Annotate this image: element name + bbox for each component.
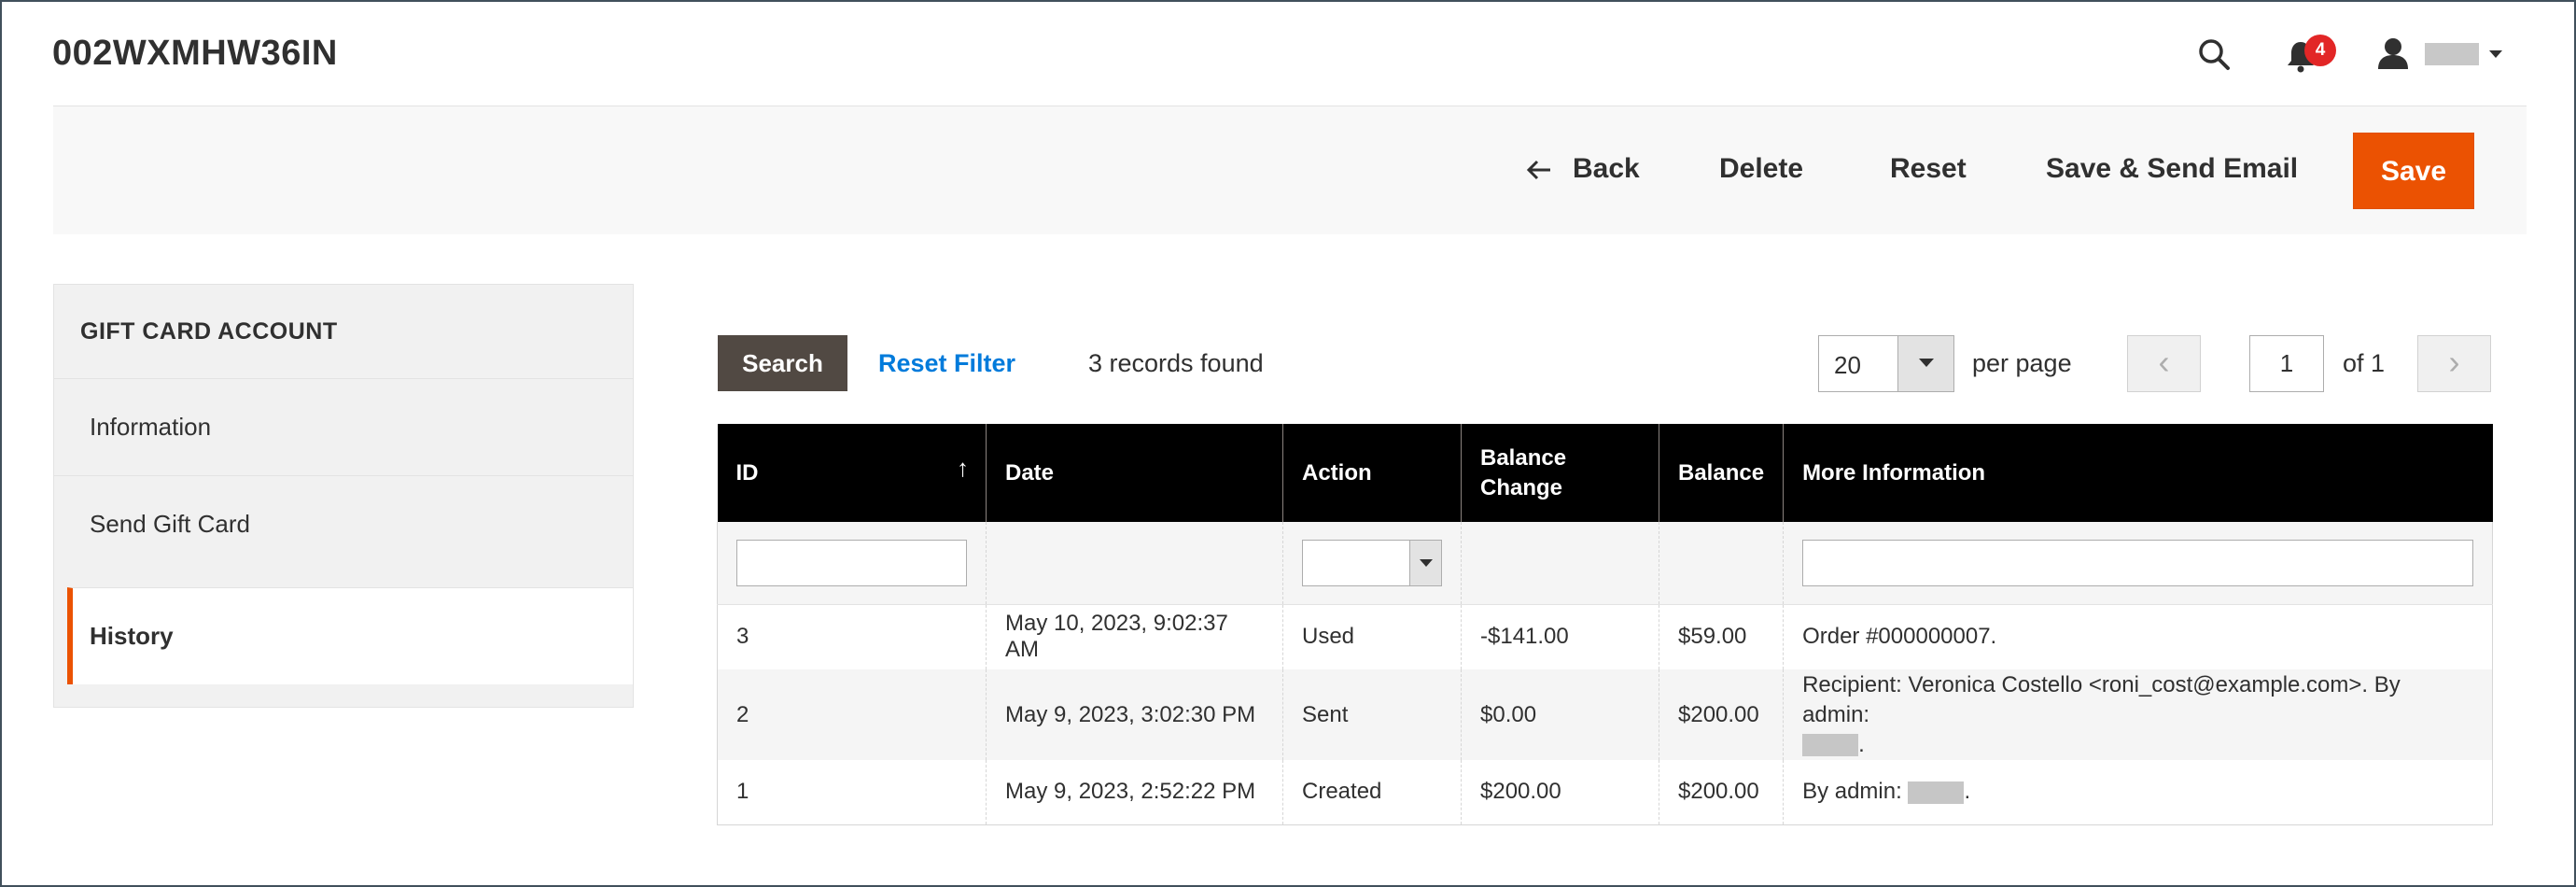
cell-balance-change: $0.00 [1461, 669, 1659, 760]
table-row[interactable]: 2 May 9, 2023, 3:02:30 PM Sent $0.00 $20… [717, 669, 2493, 760]
cell-more-information: Order #000000007. [1783, 604, 2493, 669]
cell-action: Sent [1282, 669, 1462, 760]
sidebar-title: GIFT CARD ACCOUNT [80, 318, 338, 345]
save-button[interactable]: Save [2353, 133, 2474, 209]
sidebar-item-label: Send Gift Card [90, 510, 250, 538]
per-page-value: 20 [1834, 351, 1861, 379]
search-button[interactable]: Search [718, 335, 847, 391]
history-grid: ID ↑ Date Action Balance Change Balance M… [717, 424, 2493, 825]
sidebar-item-history[interactable]: History [67, 587, 633, 684]
sidebar: GIFT CARD ACCOUNT Information Send Gift … [53, 284, 634, 708]
records-found: 3 records found [1088, 349, 1264, 377]
page-total: of 1 [2343, 349, 2386, 377]
chevron-down-icon[interactable] [1409, 540, 1441, 585]
chevron-down-icon[interactable] [1897, 336, 1953, 391]
column-header-date[interactable]: Date [986, 424, 1283, 522]
action-filter-select[interactable] [1302, 539, 1442, 586]
cell-id: 3 [717, 604, 987, 669]
previous-page-button[interactable]: ‹ [2127, 335, 2201, 392]
cell-balance: $200.00 [1658, 669, 1784, 760]
chevron-down-icon[interactable] [2489, 50, 2502, 58]
cell-more-information: By admin: . [1783, 760, 2493, 825]
per-page-label: per page [1972, 349, 2072, 377]
user-name-redacted[interactable] [2425, 43, 2479, 65]
sort-ascending-icon[interactable]: ↑ [957, 454, 969, 483]
cell-balance-change: -$141.00 [1461, 604, 1659, 669]
column-header-action[interactable]: Action [1282, 424, 1462, 522]
cell-id: 2 [717, 669, 987, 760]
sidebar-item-label: History [90, 622, 174, 650]
cell-date: May 9, 2023, 2:52:22 PM [986, 760, 1283, 825]
column-header-balance[interactable]: Balance [1658, 424, 1784, 522]
cell-date: May 9, 2023, 3:02:30 PM [986, 669, 1283, 760]
search-icon[interactable] [2197, 37, 2231, 71]
cell-balance: $200.00 [1658, 760, 1784, 825]
page-title: 002WXMHW36IN [52, 34, 338, 73]
save-send-email-button[interactable]: Save & Send Email [2046, 153, 2298, 185]
id-filter-input[interactable] [736, 539, 967, 586]
admin-name-redacted [1908, 781, 1965, 804]
cell-date: May 10, 2023, 9:02:37 AM [986, 604, 1283, 669]
arrow-left-icon[interactable] [1525, 159, 1553, 181]
column-header-more-information[interactable]: More Information [1783, 424, 2493, 522]
filter-row [717, 522, 2493, 605]
next-page-button[interactable]: › [2417, 335, 2491, 392]
per-page-select[interactable]: 20 [1818, 335, 1954, 392]
table-header-row: ID ↑ Date Action Balance Change Balance M… [717, 424, 2493, 522]
reset-button[interactable]: Reset [1890, 153, 1967, 185]
sidebar-item-information[interactable]: Information [54, 378, 633, 475]
column-header-id[interactable]: ID ↑ [717, 424, 987, 522]
cell-balance-change: $200.00 [1461, 760, 1659, 825]
delete-button[interactable]: Delete [1719, 153, 1803, 185]
more-information-filter-input[interactable] [1802, 539, 2473, 586]
table-row[interactable]: 3 May 10, 2023, 9:02:37 AM Used -$141.00… [717, 604, 2493, 669]
admin-name-redacted [1802, 734, 1859, 757]
cell-action: Created [1282, 760, 1462, 825]
back-button[interactable]: Back [1573, 153, 1640, 185]
reset-filter-link[interactable]: Reset Filter [878, 349, 1015, 378]
table-row[interactable]: 1 May 9, 2023, 2:52:22 PM Created $200.0… [717, 760, 2493, 825]
page-number-input[interactable]: 1 [2249, 335, 2324, 392]
sidebar-item-send-gift-card[interactable]: Send Gift Card [54, 475, 633, 572]
column-header-balance-change[interactable]: Balance Change [1461, 424, 1659, 522]
cell-balance: $59.00 [1658, 604, 1784, 669]
cell-id: 1 [717, 760, 987, 825]
user-icon[interactable] [2376, 36, 2410, 70]
cell-more-information: Recipient: Veronica Costello <roni_cost@… [1783, 669, 2493, 760]
sidebar-item-label: Information [90, 413, 212, 441]
cell-action: Used [1282, 604, 1462, 669]
notification-badge[interactable]: 4 [2304, 35, 2336, 66]
